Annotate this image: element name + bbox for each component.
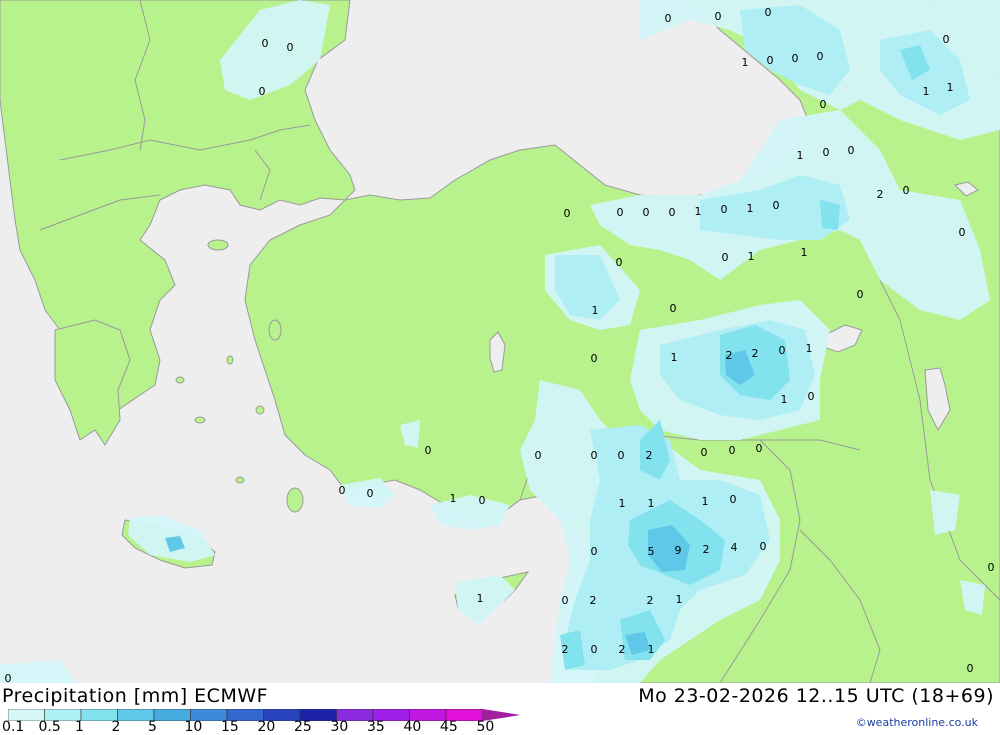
point-value-label: 1 [648, 497, 655, 510]
forecast-time: Mo 23-02-2026 12..15 UTC (18+69) [638, 685, 994, 707]
point-value-label: 0 [808, 390, 815, 403]
point-value-label: 1 [648, 643, 655, 656]
point-value-label: 0 [616, 256, 623, 269]
point-value-label: 0 [643, 206, 650, 219]
point-value-label: 0 [591, 449, 598, 462]
point-value-label: 0 [760, 540, 767, 553]
point-value-label: 0 [857, 288, 864, 301]
point-value-label: 5 [648, 545, 655, 558]
point-value-label: 1 [947, 81, 954, 94]
point-value-label: 0 [988, 561, 995, 574]
point-value-label: 0 [591, 545, 598, 558]
point-value-label: 2 [619, 643, 626, 656]
point-value-label: 4 [731, 541, 738, 554]
point-value-label: 0 [773, 199, 780, 212]
point-value-label: 0 [756, 442, 763, 455]
point-value-label: 0 [562, 594, 569, 607]
point-value-label: 1 [450, 492, 457, 505]
point-value-label: 0 [670, 302, 677, 315]
point-value-label: 0 [817, 50, 824, 63]
point-value-label: 1 [923, 85, 930, 98]
point-value-label: 0 [479, 494, 486, 507]
point-value-label: 0 [767, 54, 774, 67]
point-value-label: 0 [730, 493, 737, 506]
point-value-label: 0 [535, 449, 542, 462]
point-value-label: 0 [262, 37, 269, 50]
point-value-label: 9 [675, 544, 682, 557]
point-value-label: 1 [702, 495, 709, 508]
point-value-label: 1 [619, 497, 626, 510]
point-value-label: 1 [477, 592, 484, 605]
point-value-label: 0 [715, 10, 722, 23]
point-value-label: 0 [959, 226, 966, 239]
point-value-label: 0 [367, 487, 374, 500]
precipitation-map: 0 0 0 0 0 0 1 0 0 0 0 1 1 0 1 0 0 2 0 0 0 0 0 1 0 1 0 0 0 0 1 1 0 1 0 0 1 2 2 0… [0, 0, 1000, 683]
point-value-label: 0 [259, 85, 266, 98]
point-value-label: 0 [792, 52, 799, 65]
point-value-label: 1 [801, 246, 808, 259]
point-value-label: 0 [618, 449, 625, 462]
point-value-label: 0 [617, 206, 624, 219]
point-value-label: 0 [943, 33, 950, 46]
point-value-label: 0 [765, 6, 772, 19]
point-value-label: 0 [967, 662, 974, 675]
point-value-label: 0 [729, 444, 736, 457]
point-value-label: 1 [806, 342, 813, 355]
legend-footer: Precipitation [mm] ECMWF Mo 23-02-2026 1… [0, 683, 1000, 735]
map-title: Precipitation [mm] ECMWF [2, 685, 269, 707]
point-value-label: 0 [425, 444, 432, 457]
point-value-label: 1 [695, 205, 702, 218]
point-value-label: 1 [592, 304, 599, 317]
point-value-label: 2 [646, 449, 653, 462]
point-value-label: 0 [721, 203, 728, 216]
point-value-label: 2 [703, 543, 710, 556]
point-value-label: 0 [5, 672, 12, 683]
point-value-label: 2 [877, 188, 884, 201]
point-value-label: 2 [562, 643, 569, 656]
point-value-label: 1 [747, 202, 754, 215]
point-value-label: 1 [748, 250, 755, 263]
point-value-label: 0 [339, 484, 346, 497]
point-value-label: 0 [903, 184, 910, 197]
point-value-label: 1 [781, 393, 788, 406]
point-value-label: 0 [564, 207, 571, 220]
point-value-label: 1 [671, 351, 678, 364]
point-value-label: 0 [287, 41, 294, 54]
point-value-label: 2 [647, 594, 654, 607]
point-value-label: 0 [591, 352, 598, 365]
point-value-label: 1 [742, 56, 749, 69]
point-value-label: 0 [669, 206, 676, 219]
point-value-label: 0 [823, 146, 830, 159]
point-value-label: 1 [797, 149, 804, 162]
point-value-label: 0 [820, 98, 827, 111]
point-value-label: 0 [779, 344, 786, 357]
point-value-label: 2 [726, 349, 733, 362]
point-value-label: 1 [676, 593, 683, 606]
point-value-label: 0 [591, 643, 598, 656]
point-value-label: 0 [848, 144, 855, 157]
point-value-label: 2 [590, 594, 597, 607]
point-value-label: 0 [722, 251, 729, 264]
point-value-label: 2 [752, 347, 759, 360]
credit-text: ©weatheronline.co.uk [855, 716, 978, 729]
point-value-label: 0 [701, 446, 708, 459]
point-value-label: 0 [665, 12, 672, 25]
